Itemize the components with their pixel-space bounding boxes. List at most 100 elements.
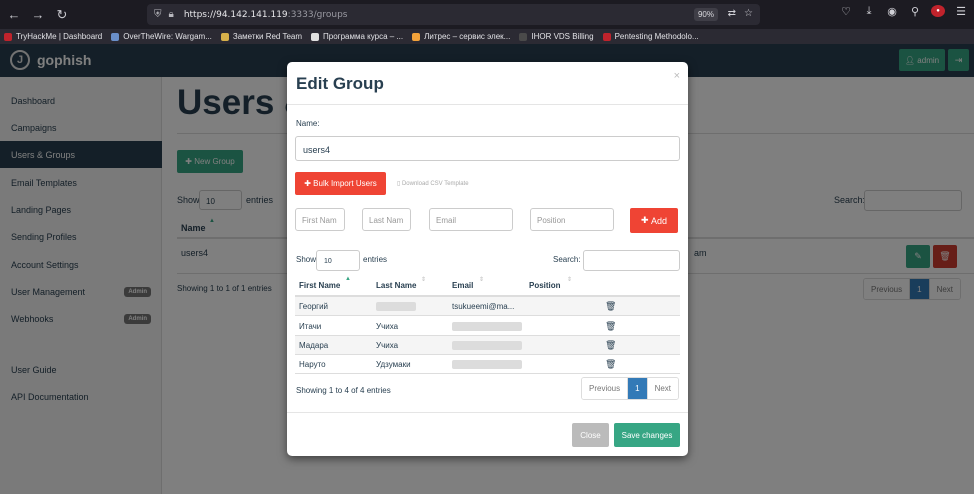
last-name-input[interactable]: Last Nam bbox=[362, 208, 411, 231]
bookmark[interactable]: TryHackMe | Dashboard bbox=[4, 32, 102, 41]
bookmark-label: OverTheWire: Wargam... bbox=[123, 32, 212, 41]
page-button[interactable]: 1 bbox=[628, 378, 648, 399]
extensions-icon[interactable]: ⚲ bbox=[908, 5, 922, 18]
bookmark-label: Заметки Red Team bbox=[232, 32, 303, 41]
download-icon[interactable]: ⤓ bbox=[862, 5, 876, 18]
first-name-cell: Наруто bbox=[299, 360, 326, 369]
redacted-cell bbox=[376, 302, 416, 311]
download-csv-label: Download CSV Template bbox=[401, 181, 469, 187]
last-name-cell: Учиха bbox=[376, 341, 399, 350]
close-icon[interactable]: × bbox=[674, 70, 680, 82]
table-row: Георгий tsukueemi@ma... 🗑︎ bbox=[295, 297, 680, 316]
address-bar[interactable]: ⛨ 🔒︎ https://94.142.141.119:3333/groups … bbox=[147, 4, 760, 25]
divider bbox=[287, 412, 688, 413]
pocket-icon[interactable]: ♡ bbox=[839, 5, 853, 18]
bookmark-label: TryHackMe | Dashboard bbox=[16, 32, 103, 41]
edit-group-modal: Edit Group × Name: users4 ✚ Bulk Import … bbox=[287, 62, 688, 456]
next-page-button[interactable]: Next bbox=[647, 378, 679, 399]
sort-icon[interactable]: ⇕ bbox=[479, 276, 484, 283]
url-path: :3333/groups bbox=[287, 9, 348, 20]
star-icon[interactable]: ☆ bbox=[744, 8, 753, 19]
add-label: Add bbox=[651, 215, 668, 226]
column-header-email[interactable]: Email bbox=[452, 281, 473, 290]
last-name-cell: Удзумаки bbox=[376, 360, 411, 369]
table-row: Итачи Учиха 🗑︎ bbox=[295, 317, 680, 336]
bulk-import-button[interactable]: ✚ Bulk Import Users bbox=[295, 172, 386, 195]
last-name-cell: Учиха bbox=[376, 322, 399, 331]
column-header-last-name[interactable]: Last Name bbox=[376, 281, 416, 290]
pagination: Previous 1 Next bbox=[581, 377, 680, 400]
shield-icon[interactable]: ⛨ bbox=[154, 9, 162, 20]
download-csv-link[interactable]: ▯ Download CSV Template bbox=[397, 180, 469, 187]
entries-select[interactable]: 10 bbox=[316, 250, 360, 271]
column-header-position[interactable]: Position bbox=[529, 281, 561, 290]
bookmark-favicon bbox=[519, 32, 528, 41]
url-text[interactable]: https://94.142.141.119:3333/groups bbox=[184, 10, 348, 20]
bookmark-favicon bbox=[4, 32, 12, 41]
trash-icon[interactable]: 🗑︎ bbox=[605, 359, 616, 370]
close-button[interactable]: Close bbox=[572, 423, 609, 447]
first-name-input[interactable]: First Nam bbox=[295, 208, 345, 231]
lock-icon[interactable]: 🔒︎ bbox=[169, 9, 174, 20]
redacted-cell bbox=[452, 341, 522, 350]
sort-icon[interactable]: ⇕ bbox=[567, 276, 572, 283]
bookmark-label: Программа курса – ... bbox=[323, 32, 404, 41]
redacted-cell bbox=[452, 322, 522, 331]
entries-label: entries bbox=[363, 255, 388, 264]
zoom-indicator[interactable]: 90% bbox=[693, 8, 718, 21]
bookmark-label: Литрес – сервис элек... bbox=[424, 32, 511, 41]
browser-toolbar-right: ♡ ⤓ ◉ ⚲ ● ☰ bbox=[839, 5, 968, 18]
url-host: https://94.142.141.119 bbox=[183, 9, 288, 20]
menu-icon[interactable]: ☰ bbox=[954, 5, 968, 18]
first-name-cell: Георгий bbox=[299, 302, 328, 311]
table-info: Showing 1 to 4 of 4 entries bbox=[296, 386, 391, 395]
previous-page-button[interactable]: Previous bbox=[582, 378, 629, 399]
first-name-cell: Итачи bbox=[299, 322, 322, 331]
add-user-button[interactable]: ✚ Add bbox=[630, 208, 678, 233]
bookmark[interactable]: Программа курса – ... bbox=[311, 32, 403, 41]
table-row: Мадара Учиха 🗑︎ bbox=[295, 336, 680, 355]
divider bbox=[287, 104, 688, 105]
bookmark-label: Pentesting Methodolo... bbox=[614, 32, 699, 41]
bookmark-favicon bbox=[311, 32, 320, 41]
name-label: Name: bbox=[296, 119, 320, 128]
bookmark-favicon bbox=[602, 32, 611, 41]
bookmark-label: IHOR VDS Billing bbox=[531, 32, 594, 41]
bookmark-favicon bbox=[220, 32, 229, 41]
trash-icon[interactable]: 🗑︎ bbox=[605, 321, 616, 332]
bookmark[interactable]: Заметки Red Team bbox=[220, 32, 303, 41]
sort-icon[interactable]: ⇕ bbox=[421, 276, 426, 283]
show-label: Show bbox=[296, 255, 317, 264]
email-input[interactable]: Email bbox=[429, 208, 513, 231]
position-input[interactable]: Position bbox=[530, 208, 614, 231]
redacted-cell bbox=[452, 360, 522, 369]
save-changes-button[interactable]: Save changes bbox=[614, 423, 680, 447]
bookmarks-bar: TryHackMe | Dashboard OverTheWire: Warga… bbox=[0, 29, 974, 44]
forward-arrow-icon[interactable]: → bbox=[28, 5, 48, 25]
bookmark-favicon bbox=[412, 32, 421, 41]
account-icon[interactable]: ◉ bbox=[885, 5, 899, 18]
bulk-import-label: Bulk Import Users bbox=[313, 179, 377, 188]
search-input[interactable] bbox=[583, 250, 680, 271]
extension-icon[interactable]: ● bbox=[931, 5, 945, 17]
bookmark[interactable]: Литрес – сервис элек... bbox=[412, 32, 510, 41]
plus-icon: ✚ bbox=[304, 179, 314, 188]
modal-title: Edit Group bbox=[296, 74, 384, 93]
sort-icon[interactable]: ▲ bbox=[345, 276, 351, 282]
bookmark[interactable]: Pentesting Methodolo... bbox=[602, 32, 699, 41]
translate-icon[interactable]: ⇄ bbox=[728, 8, 736, 19]
first-name-cell: Мадара bbox=[299, 341, 329, 350]
search-label: Search: bbox=[553, 255, 581, 264]
plus-icon: ✚ bbox=[640, 215, 652, 225]
bookmark[interactable]: IHOR VDS Billing bbox=[519, 32, 594, 41]
group-name-input[interactable]: users4 bbox=[295, 136, 680, 161]
trash-icon[interactable]: 🗑︎ bbox=[605, 301, 616, 312]
table-row: Наруто Удзумаки 🗑︎ bbox=[295, 355, 680, 374]
email-cell: tsukueemi@ma... bbox=[452, 302, 515, 311]
bookmark[interactable]: OverTheWire: Wargam... bbox=[111, 32, 212, 41]
bookmark-favicon bbox=[111, 32, 120, 41]
trash-icon[interactable]: 🗑︎ bbox=[605, 340, 616, 351]
back-arrow-icon[interactable]: ← bbox=[4, 5, 24, 25]
column-header-first-name[interactable]: First Name bbox=[299, 281, 340, 290]
reload-icon[interactable]: ↻ bbox=[52, 5, 72, 25]
